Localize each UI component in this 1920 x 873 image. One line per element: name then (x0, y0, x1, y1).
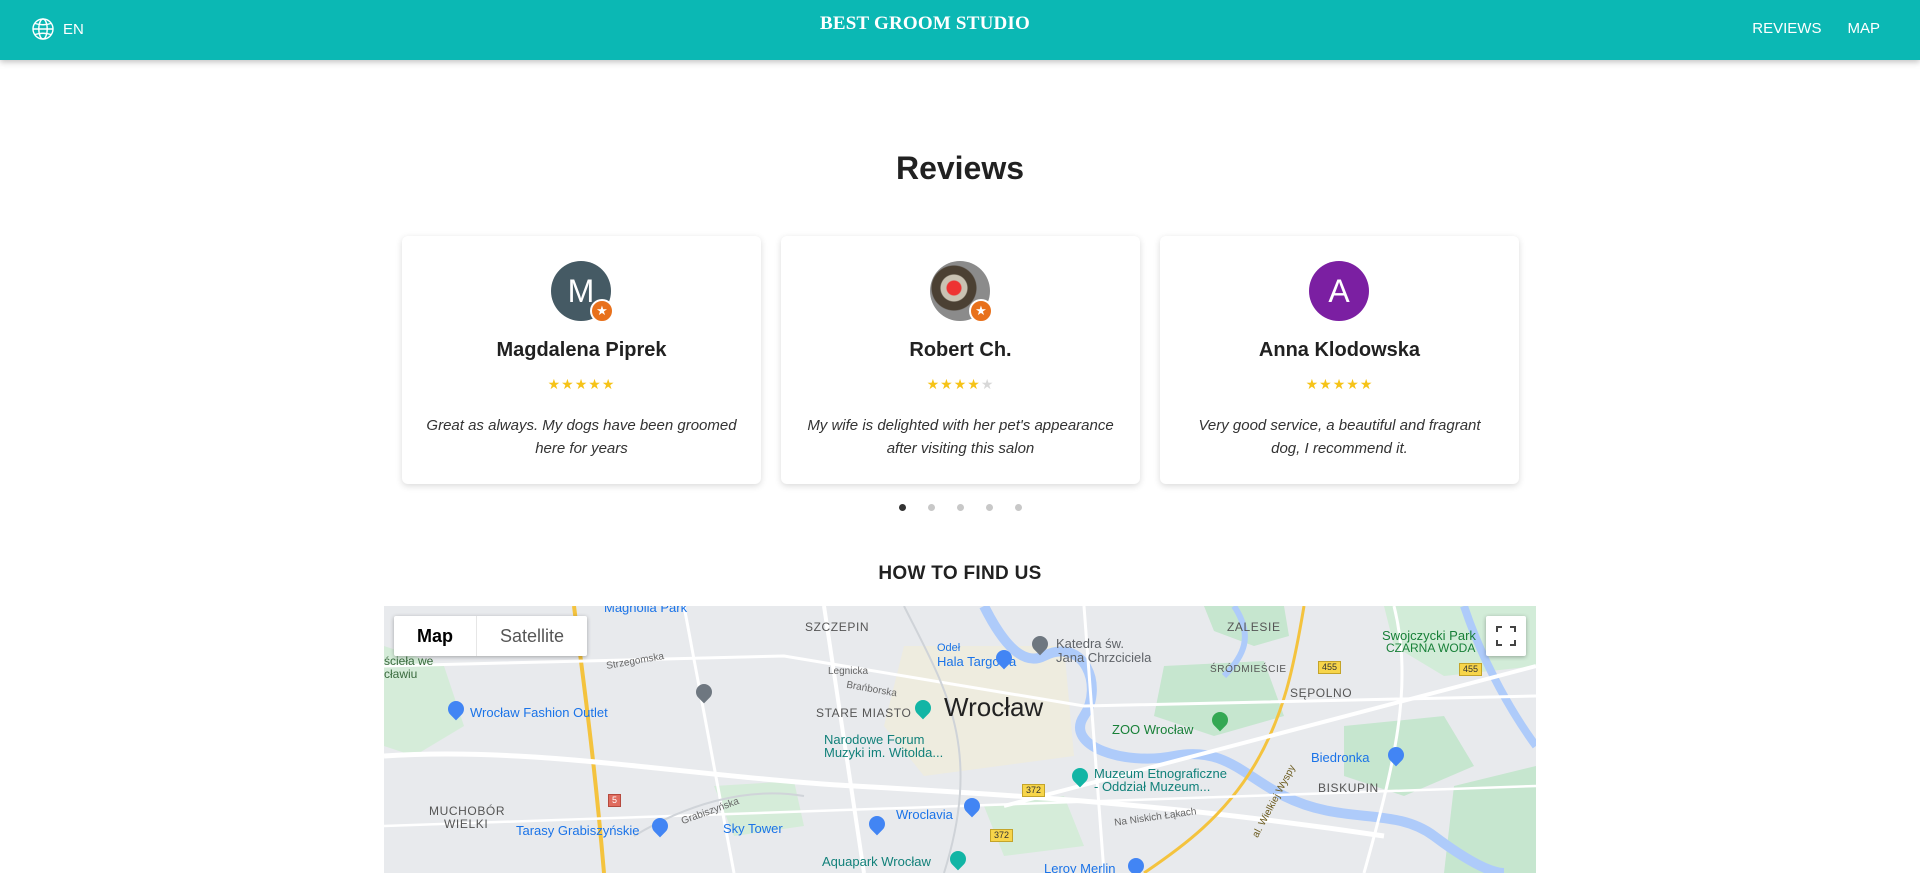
map-label: BISKUPIN (1318, 781, 1379, 795)
map-poi-label: Katedra św. (1056, 636, 1124, 651)
map-poi-label: Aquapark Wrocław (822, 854, 931, 869)
map-poi-label: Odeł (937, 642, 961, 654)
star-icon: ★ (561, 376, 575, 392)
nav-map-link[interactable]: MAP (1847, 20, 1880, 37)
map-label: STARE MIASTO (816, 706, 912, 720)
map-label: MUCHOBÓR (429, 804, 506, 818)
carousel-pagination (0, 504, 1920, 511)
map-label: cławiu (384, 667, 418, 681)
reviewer-name: Robert Ch. (909, 339, 1012, 361)
review-card: A Anna Klodowska ★★★★★ Very good service… (1160, 236, 1519, 484)
map-label: ŚRÓDMIEŚCIE (1210, 664, 1287, 675)
fullscreen-icon (1496, 626, 1516, 646)
reviewer-name: Anna Klodowska (1258, 339, 1421, 361)
map-poi-label: Magnolia Park (604, 606, 688, 615)
star-icon: ★ (574, 376, 589, 392)
star-icon: ★ (967, 376, 981, 392)
star-icon: ★ (547, 376, 562, 392)
carousel-dot[interactable] (1014, 504, 1022, 511)
review-card: M ★ Magdalena Piprek ★★★★★ Great as alwa… (402, 236, 761, 484)
review-text: My wife is delighted with her pet's appe… (807, 417, 1114, 457)
top-bar: EN BEST GROOM STUDIO REVIEWS MAP (0, 0, 1920, 60)
star-empty-icon: ★ (980, 376, 995, 392)
map-label: ścieła we (384, 654, 434, 668)
star-rating: ★★★★★ (781, 376, 1140, 393)
star-icon: ★ (1359, 376, 1374, 392)
map-label: ZALESIE (1227, 620, 1281, 634)
avatar-photo: ★ (930, 261, 993, 323)
map-city-label: Wrocław (944, 692, 1044, 722)
star-icon: ★ (588, 376, 602, 392)
map-type-map-button[interactable]: Map (394, 616, 477, 656)
review-card: ★ Robert Ch. ★★★★★ My wife is delighted … (781, 236, 1140, 484)
road-number: 372 (990, 829, 1014, 842)
star-icon: ★ (1305, 376, 1320, 392)
avatar: A (1309, 261, 1369, 321)
star-icon: ★ (926, 376, 941, 392)
local-guide-star-icon: ★ (969, 299, 993, 323)
reviewer-name: Magdalena Piprek (496, 339, 667, 361)
star-icon: ★ (601, 376, 616, 392)
local-guide-star-icon: ★ (590, 299, 614, 323)
map-poi-label: Jana Chrzciciela (1056, 650, 1152, 665)
carousel-dot[interactable] (927, 504, 935, 511)
nav-reviews-link[interactable]: REVIEWS (1752, 20, 1821, 37)
carousel-dot[interactable] (898, 504, 906, 511)
reviews-carousel: M ★ Magdalena Piprek ★★★★★ Great as alwa… (402, 236, 1519, 484)
road-number: 372 (1022, 784, 1046, 797)
star-rating: ★★★★★ (402, 376, 761, 393)
map-poi-label: ZOO Wrocław (1112, 722, 1194, 737)
fullscreen-button[interactable] (1486, 616, 1526, 656)
street-label: Legnicka (828, 666, 869, 677)
map-label: WIELKI (444, 817, 489, 831)
road-number: 5 (608, 794, 622, 807)
map-label: SĘPOLNO (1290, 686, 1353, 700)
review-text: Great as always. My dogs have been groom… (426, 417, 737, 457)
star-icon: ★ (953, 376, 968, 392)
avatar-initial: M (567, 273, 595, 309)
map-poi-label: Muzyki im. Witolda... (824, 745, 944, 760)
find-us-heading: HOW TO FIND US (878, 563, 1042, 584)
map-type-control: Map Satellite (394, 616, 588, 656)
star-rating: ★★★★★ (1160, 376, 1519, 393)
star-icon: ★ (1332, 376, 1347, 392)
map-type-satellite-button[interactable]: Satellite (477, 616, 587, 656)
map-poi-label: - Oddział Muzeum... (1094, 779, 1211, 794)
map-poi-label: Tarasy Grabiszyńskie (516, 823, 640, 838)
avatar-initial: A (1328, 273, 1350, 309)
star-icon: ★ (1346, 376, 1360, 392)
map-poi-label: Wroclavia (896, 807, 953, 822)
road-number: 455 (1459, 663, 1483, 676)
road-number: 455 (1318, 661, 1342, 674)
carousel-dot[interactable] (956, 504, 964, 511)
brand-logo[interactable]: BEST GROOM STUDIO (0, 13, 1850, 35)
map-poi-label: Leroy Merlin (1044, 861, 1116, 873)
map-poi-label: CZARNA WODA (1386, 641, 1476, 655)
avatar: M ★ (551, 261, 614, 323)
star-icon: ★ (940, 376, 954, 392)
reviews-heading: Reviews (895, 150, 1025, 186)
map-embed[interactable]: SZCZEPIN STARE MIASTO Wrocław ZALESIE ŚR… (384, 606, 1536, 873)
map-poi-label: Wrocław Fashion Outlet (470, 705, 608, 720)
main-nav: REVIEWS MAP (1752, 20, 1880, 37)
map-poi-label: Biedronka (1311, 750, 1370, 765)
star-icon: ★ (1319, 376, 1333, 392)
carousel-dot[interactable] (985, 504, 993, 511)
review-text: Very good service, a beautiful and fragr… (1198, 417, 1481, 457)
map-label: SZCZEPIN (805, 620, 870, 634)
map-poi-label: Sky Tower (723, 821, 783, 836)
